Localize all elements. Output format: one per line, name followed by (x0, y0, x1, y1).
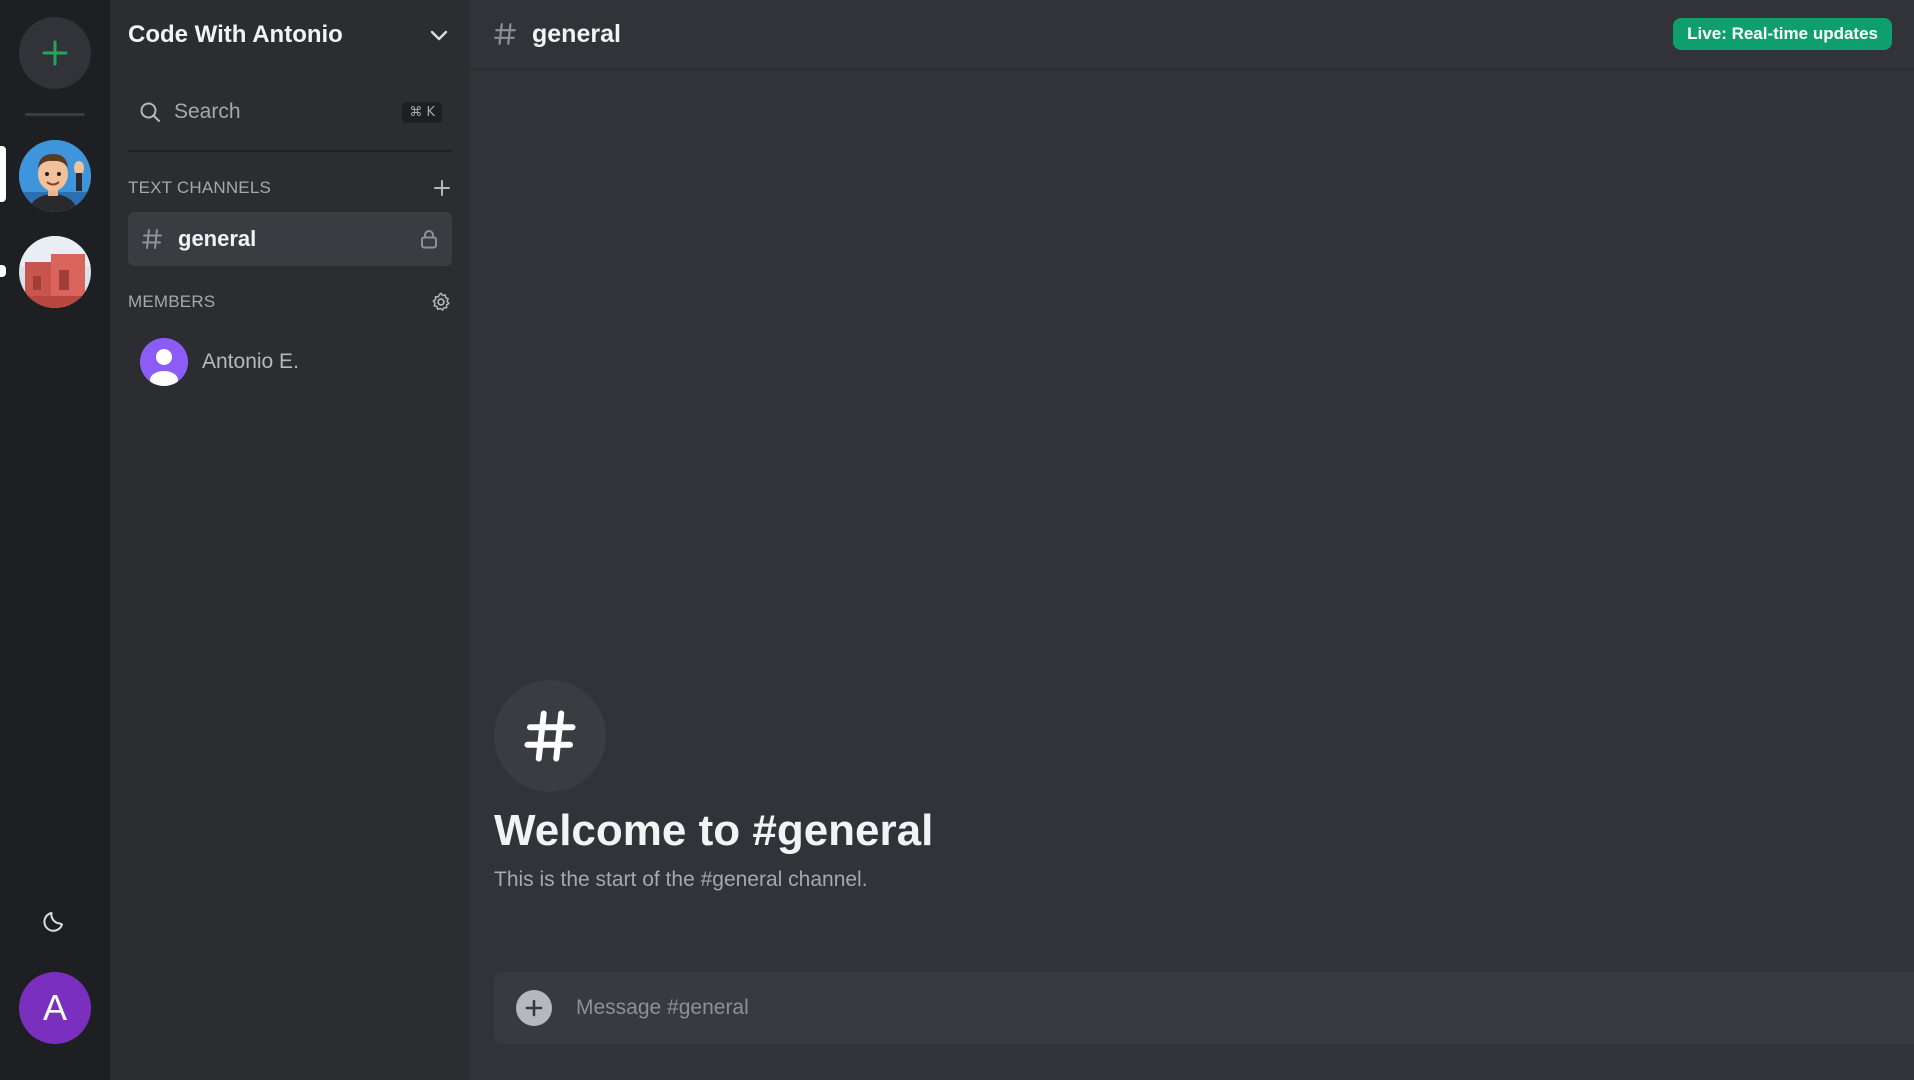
server-rail: A (0, 0, 110, 1080)
moon-icon (43, 912, 63, 932)
lock-icon (421, 230, 437, 249)
chat-main: general Live: Real-time updates Welcome … (470, 0, 1914, 1080)
text-channels-title: TEXT CHANNELS (128, 178, 272, 197)
member-avatar (140, 338, 188, 386)
members-title: MEMBERS (128, 292, 216, 311)
search-shortcut: ⌘ K (402, 101, 442, 123)
member-item[interactable]: Antonio E. (140, 336, 440, 388)
user-avatar-button[interactable]: A (19, 972, 91, 1044)
server-icon-code-with-antonio[interactable] (19, 140, 91, 212)
server-icon-second[interactable] (19, 236, 91, 308)
add-server-button[interactable] (19, 17, 91, 89)
plus-icon (525, 999, 543, 1017)
sidebar-divider (128, 150, 452, 152)
theme-toggle-button[interactable] (35, 900, 75, 940)
attach-button[interactable] (516, 990, 552, 1026)
app: A Code With Antonio Search ⌘ K TEXT CHAN… (0, 0, 1914, 1080)
add-channel-icon[interactable] (432, 178, 452, 198)
members-section: MEMBERS (128, 288, 452, 316)
channel-welcome: Welcome to #general This is the start of… (494, 680, 933, 892)
welcome-title: Welcome to #general (494, 806, 934, 855)
channel-sidebar: Code With Antonio Search ⌘ K TEXT CHANNE… (110, 0, 470, 1080)
message-composer (494, 972, 1914, 1044)
active-server-indicator (0, 146, 6, 202)
welcome-subtitle: This is the start of the #general channe… (494, 868, 868, 891)
user-initial: A (42, 987, 67, 1028)
member-name: Antonio E. (202, 350, 299, 373)
channel-title: general (532, 19, 621, 48)
search-button[interactable]: Search ⌘ K (128, 94, 452, 130)
channel-name: general (178, 226, 257, 251)
search-icon (140, 102, 160, 122)
chevron-down-icon (430, 30, 448, 41)
gear-icon[interactable] (430, 291, 452, 313)
text-channels-section: TEXT CHANNELS (128, 174, 452, 202)
server-header-dropdown[interactable]: Code With Antonio (110, 0, 470, 70)
welcome-hash-icon (494, 680, 606, 792)
live-status-badge: Live: Real-time updates (1673, 18, 1892, 50)
search-label: Search (174, 100, 241, 123)
plus-icon (42, 40, 68, 66)
server-name: Code With Antonio (128, 21, 343, 48)
hash-icon (142, 229, 162, 249)
message-input[interactable] (576, 996, 1914, 1020)
server-unread-indicator (0, 265, 6, 277)
hash-icon (494, 23, 516, 45)
channel-header: general Live: Real-time updates (470, 0, 1914, 70)
rail-divider (25, 113, 85, 116)
channel-item-general[interactable]: general (128, 212, 452, 266)
